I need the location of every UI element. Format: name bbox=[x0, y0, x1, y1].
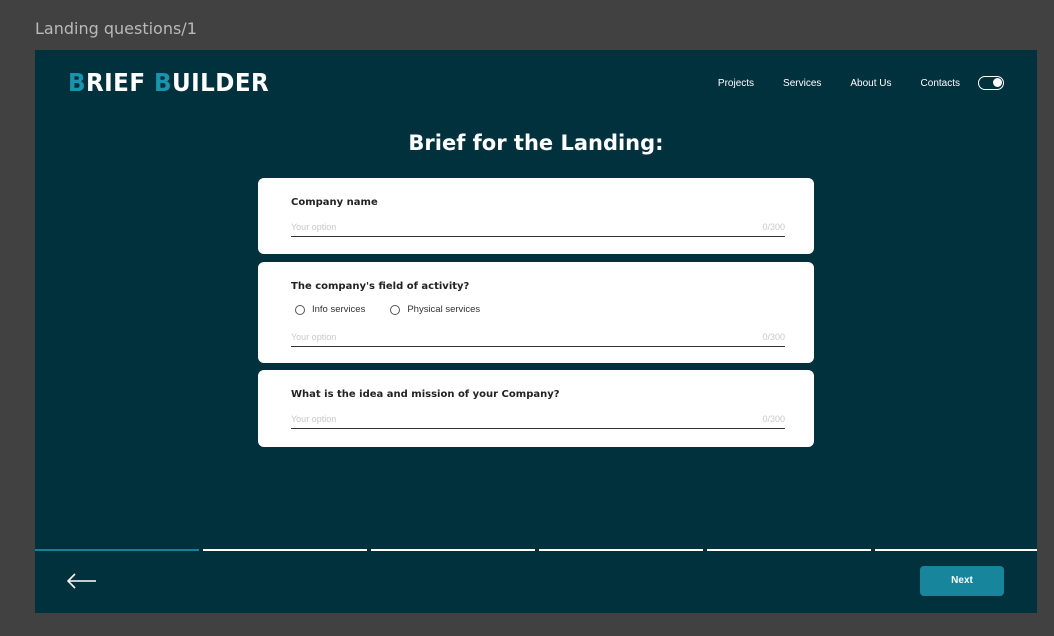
radio-info-services[interactable]: Info services bbox=[295, 304, 365, 315]
input-placeholder: Your option bbox=[291, 332, 337, 342]
char-counter: 0/300 bbox=[762, 332, 785, 342]
back-arrow-icon[interactable] bbox=[66, 571, 97, 591]
idea-mission-input[interactable]: Your option 0/300 bbox=[291, 414, 785, 429]
char-counter: 0/300 bbox=[762, 222, 785, 232]
logo-initial-1: B bbox=[68, 68, 86, 97]
logo-word-1-rest: RIEF bbox=[85, 68, 146, 97]
progress-segment-2 bbox=[203, 549, 367, 551]
nav-about-us[interactable]: About Us bbox=[850, 78, 891, 89]
question-label: The company's field of activity? bbox=[291, 281, 470, 292]
company-name-input[interactable]: Your option 0/300 bbox=[291, 222, 785, 237]
step-progress-bar bbox=[35, 549, 1037, 551]
field-of-activity-input[interactable]: Your option 0/300 bbox=[291, 332, 785, 347]
radio-unchecked-icon bbox=[295, 304, 305, 315]
progress-segment-6 bbox=[875, 549, 1037, 551]
input-placeholder: Your option bbox=[291, 222, 337, 232]
app-canvas: BRIEF BUILDER Projects Services About Us… bbox=[35, 50, 1037, 613]
question-label: Company name bbox=[291, 197, 378, 208]
input-placeholder: Your option bbox=[291, 414, 337, 424]
nav-services[interactable]: Services bbox=[783, 78, 821, 89]
radio-label: Physical services bbox=[407, 304, 481, 315]
question-card-field-of-activity: The company's field of activity? Info se… bbox=[258, 262, 814, 363]
char-counter: 0/300 bbox=[762, 414, 785, 424]
logo-word-2-rest: UILDER bbox=[172, 68, 270, 97]
main-nav: Projects Services About Us Contacts bbox=[718, 76, 1004, 90]
toggle-knob-icon bbox=[993, 78, 1002, 87]
progress-segment-5 bbox=[707, 549, 871, 551]
page-title: Brief for the Landing: bbox=[408, 131, 664, 155]
question-card-company-name: Company name Your option 0/300 bbox=[258, 178, 814, 254]
progress-segment-4 bbox=[539, 549, 703, 551]
radio-label: Info services bbox=[312, 304, 366, 315]
frame-label: Landing questions/1 bbox=[35, 19, 197, 38]
radio-physical-services[interactable]: Physical services bbox=[390, 304, 480, 315]
question-label: What is the idea and mission of your Com… bbox=[291, 389, 560, 400]
nav-projects[interactable]: Projects bbox=[718, 78, 754, 89]
activity-radio-group: Info services Physical services bbox=[295, 304, 505, 315]
logo-initial-2: B bbox=[154, 68, 173, 97]
logo[interactable]: BRIEF BUILDER bbox=[68, 68, 269, 97]
radio-unchecked-icon bbox=[390, 304, 401, 315]
question-card-idea-mission: What is the idea and mission of your Com… bbox=[258, 370, 814, 447]
progress-segment-3 bbox=[371, 549, 535, 551]
next-button[interactable]: Next bbox=[920, 566, 1004, 596]
progress-segment-1 bbox=[35, 549, 199, 551]
theme-toggle[interactable] bbox=[978, 76, 1004, 90]
nav-contacts[interactable]: Contacts bbox=[921, 78, 960, 89]
